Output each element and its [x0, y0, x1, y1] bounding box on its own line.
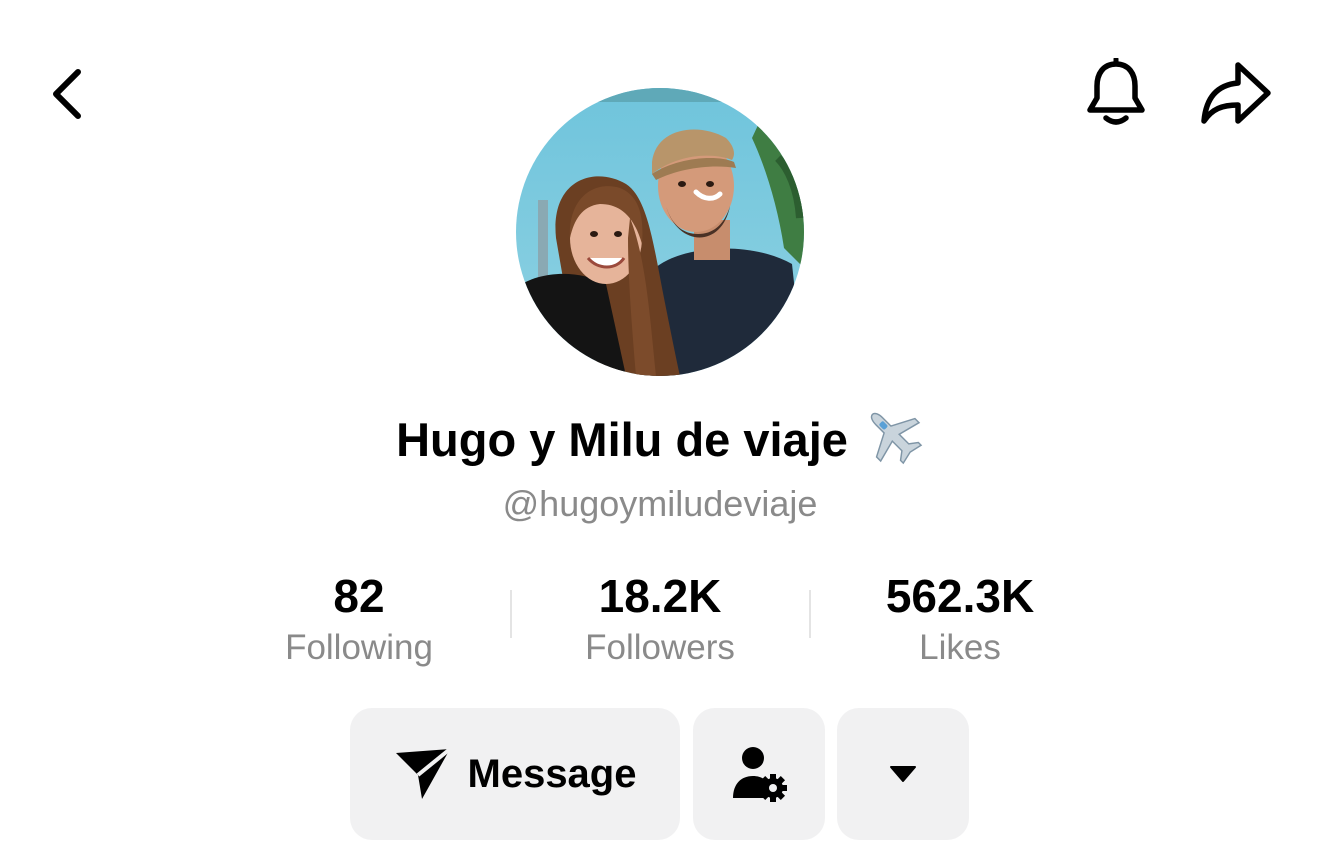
paper-plane-icon [395, 747, 451, 799]
airplane-icon [862, 404, 924, 485]
followers-count: 18.2K [598, 570, 722, 622]
following-count: 82 [333, 570, 385, 622]
avatar-photo [516, 88, 804, 376]
likes-count: 562.3K [885, 570, 1035, 622]
chevron-left-icon [53, 69, 81, 119]
stat-likes[interactable]: 562.3K Likes [810, 568, 1110, 672]
display-name: Hugo y Milu de viaje [0, 404, 1320, 485]
message-label: Message [467, 751, 637, 796]
avatar[interactable] [516, 88, 804, 376]
share-button[interactable] [1196, 56, 1276, 132]
username-handle: @hugoymiludeviaje [502, 483, 818, 524]
share-arrow-icon [1201, 62, 1271, 124]
following-label: Following [285, 628, 433, 667]
bell-icon [1087, 58, 1145, 125]
followers-label: Followers [585, 628, 735, 667]
follow-settings-button[interactable] [693, 708, 825, 840]
display-name-text: Hugo y Milu de viaje [396, 413, 848, 466]
back-button[interactable] [30, 58, 102, 130]
notifications-button[interactable] [1078, 56, 1154, 132]
caret-down-icon [890, 766, 916, 782]
likes-label: Likes [919, 628, 1001, 667]
more-options-button[interactable] [837, 708, 969, 840]
stat-following[interactable]: 82 Following [209, 568, 509, 672]
stat-followers[interactable]: 18.2K Followers [510, 568, 810, 672]
user-gear-icon [733, 747, 787, 802]
message-button[interactable]: Message [350, 708, 680, 840]
